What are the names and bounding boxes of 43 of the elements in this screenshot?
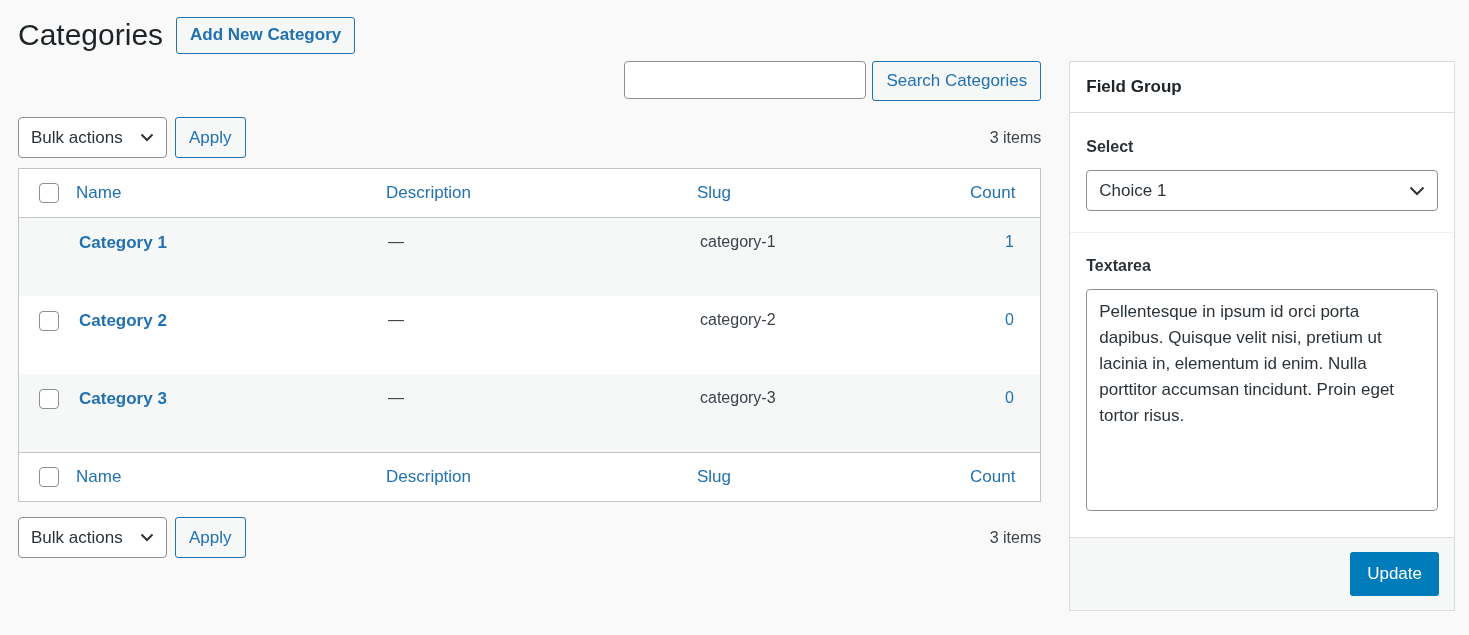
field-label: Select [1086,138,1135,156]
description-cell: — [388,311,404,328]
page-title: Categories [18,18,164,52]
slug-cell: category-2 [700,311,776,328]
column-header-link[interactable]: Count [970,467,1016,487]
items-count: 3 items [989,528,1042,547]
column-header-link[interactable]: Name [76,183,122,203]
column-header-link[interactable]: Name [76,467,122,487]
apply-button[interactable]: Apply [175,517,246,558]
column-header-link[interactable]: Description [386,467,472,487]
apply-button[interactable]: Apply [175,117,246,158]
post-number-link[interactable]: 0 [1005,311,1014,328]
search-field[interactable] [624,61,867,99]
search-categories-button[interactable]: Search Categories [872,61,1042,101]
update-button[interactable]: Update [1350,552,1439,596]
category-name-link[interactable]: Category 2 [79,311,167,330]
bulk-actions-dropdown[interactable]: Bulk actions [18,517,167,558]
panel-title: Field Group [1086,77,1182,97]
bulk-actions-dropdown[interactable]: Bulk actions [18,117,167,158]
category-name-link[interactable]: Category 1 [79,233,167,252]
description-cell: — [388,389,404,406]
select-dropdown[interactable]: Choice 1 [1086,170,1438,211]
category-name-link[interactable]: Category 3 [79,389,167,408]
description-cell: — [388,233,404,250]
chevron-down-icon [140,133,154,142]
textarea-field[interactable]: Pellentesque in ipsum id orci porta dapibus. Quisque velit nisi, pretium ut lacinia in, elementum id enim. Nulla porttitor accumsan tincidunt. Proin eget tortor risus. [1086,289,1438,511]
checkbox[interactable] [38,311,59,331]
column-header-link[interactable]: Count [970,183,1016,203]
items-count: 3 items [989,128,1042,147]
chevron-down-icon [1409,185,1425,196]
checkbox[interactable] [38,389,59,409]
add-new-category-button[interactable]: Add New Category [176,16,356,54]
slug-cell: category-3 [700,389,776,406]
checkbox[interactable] [38,467,59,487]
column-header-link[interactable]: Slug [697,183,732,203]
chevron-down-icon [140,533,154,542]
column-header-link[interactable]: Description [386,183,472,203]
column-header-link[interactable]: Slug [697,467,732,487]
post-number-link[interactable]: 1 [1005,233,1014,250]
post-number-link[interactable]: 0 [1005,389,1014,406]
slug-cell: category-1 [700,233,776,250]
field-label: Textarea [1086,257,1152,275]
checkbox[interactable] [38,183,59,203]
